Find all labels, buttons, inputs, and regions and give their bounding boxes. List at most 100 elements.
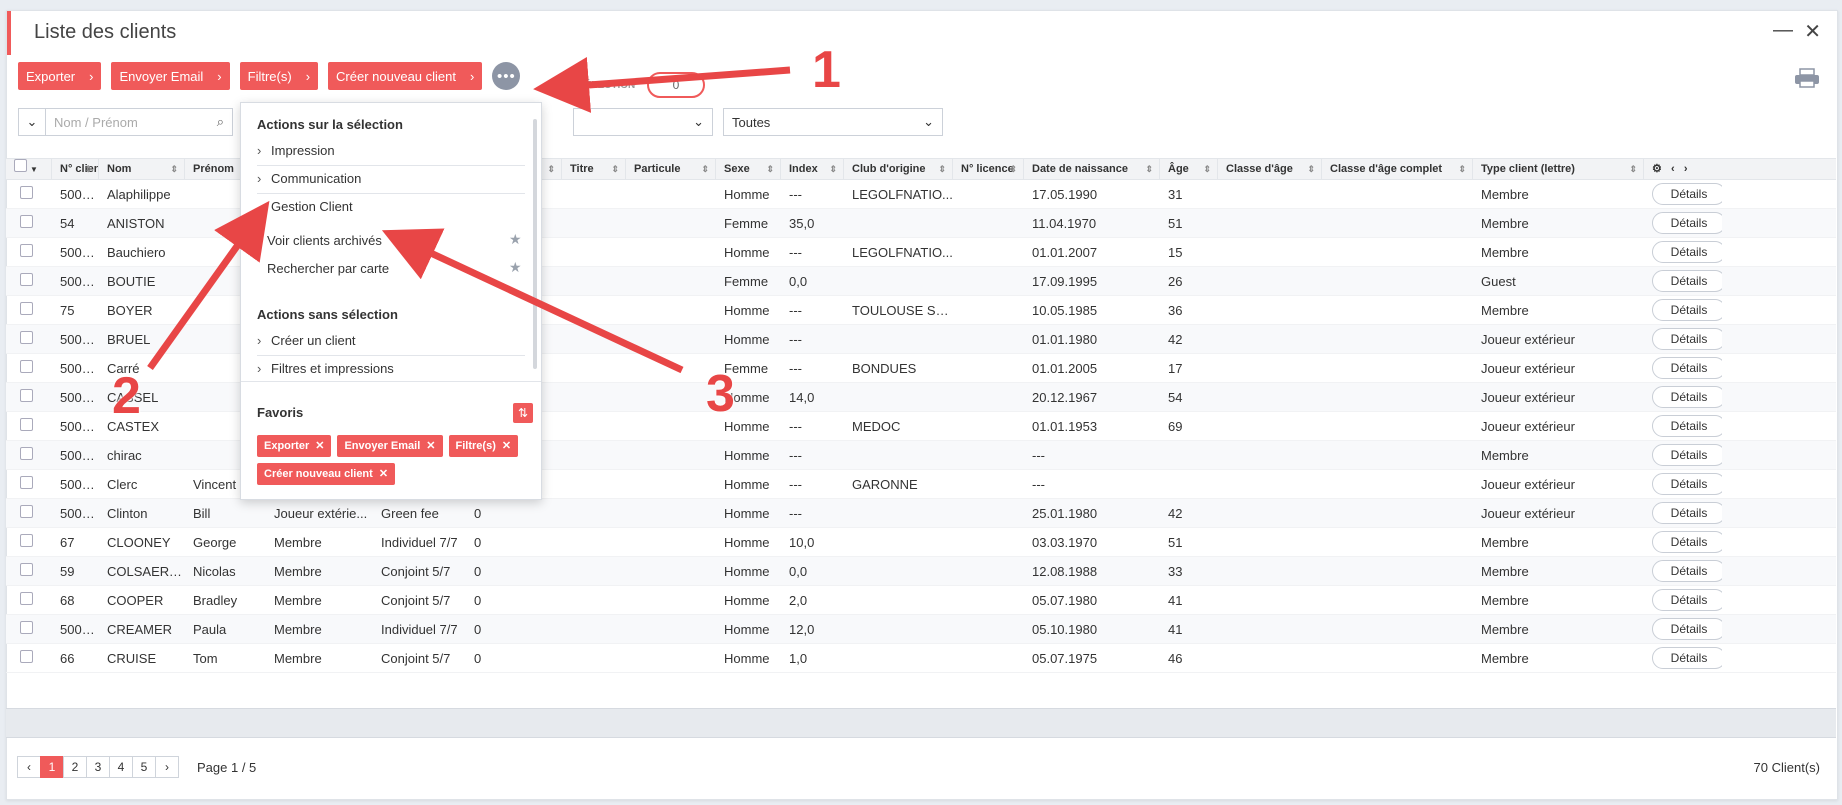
category-select[interactable]: ⌄ <box>573 108 713 136</box>
row-checkbox[interactable] <box>20 592 33 605</box>
selection-count[interactable]: 0 <box>647 72 705 98</box>
row-checkbox[interactable] <box>20 215 33 228</box>
page-button[interactable]: 3 <box>86 756 110 778</box>
details-button[interactable]: Détails <box>1652 328 1722 350</box>
table-cell: ANISTON <box>107 215 165 231</box>
menu-item-archived-clients[interactable]: Voir clients archivés <box>267 233 382 248</box>
grid-settings[interactable]: ⚙ ‹ › <box>1644 158 1722 180</box>
column-header[interactable]: N° licence ⇕ <box>953 158 1024 180</box>
status-select[interactable]: Toutes ⌄ <box>723 108 943 136</box>
details-button[interactable]: Détails <box>1652 502 1722 524</box>
remove-icon[interactable]: ✕ <box>502 440 511 452</box>
row-checkbox[interactable] <box>20 186 33 199</box>
details-button[interactable]: Détails <box>1652 618 1722 640</box>
column-header[interactable]: Type client (lettre) ⇕ <box>1473 158 1644 180</box>
favorite-chip[interactable]: Exporter ✕ <box>257 435 332 457</box>
name-search-input[interactable]: Nom / Prénom ⌕ <box>45 108 233 136</box>
details-button[interactable]: Détails <box>1652 415 1722 437</box>
column-header[interactable]: Sexe ⇕ <box>716 158 781 180</box>
column-header[interactable]: Nom ⇕ <box>99 158 185 180</box>
details-button[interactable]: Détails <box>1652 270 1722 292</box>
minimize-icon[interactable]: — <box>1773 19 1793 42</box>
row-checkbox[interactable] <box>20 505 33 518</box>
row-checkbox[interactable] <box>20 331 33 344</box>
details-button[interactable]: Détails <box>1652 386 1722 408</box>
sort-icon[interactable]: ⇅ <box>513 403 533 423</box>
column-header[interactable]: N° client⇕ <box>52 158 99 180</box>
details-button[interactable]: Détails <box>1652 212 1722 234</box>
remove-icon[interactable]: ✕ <box>315 440 324 452</box>
column-header[interactable]: Classe d'âge complet ⇕ <box>1322 158 1473 180</box>
row-checkbox[interactable] <box>20 650 33 663</box>
page-button[interactable]: 1 <box>40 756 64 778</box>
details-button[interactable]: Détails <box>1652 531 1722 553</box>
column-header[interactable]: Classe d'âge ⇕ <box>1218 158 1322 180</box>
filters-button[interactable]: Filtre(s) › <box>239 62 319 90</box>
details-button[interactable]: Détails <box>1652 241 1722 263</box>
row-checkbox[interactable] <box>20 244 33 257</box>
table-row[interactable]: 500306 CREAMER Paula Membre Individuel 7/7 0 H… <box>6 615 1836 644</box>
details-button[interactable]: Détails <box>1652 647 1722 669</box>
annotation-number-2: 2 <box>112 367 141 425</box>
column-header[interactable]: Particule ⇕ <box>626 158 716 180</box>
row-checkbox[interactable] <box>20 418 33 431</box>
page-button[interactable]: 4 <box>109 756 133 778</box>
table-cell: Homme <box>724 563 770 579</box>
table-row[interactable]: 67 CLOONEY George Membre Individuel 7/7 0 Homm… <box>6 528 1836 557</box>
row-checkbox[interactable] <box>20 389 33 402</box>
details-button[interactable]: Détails <box>1652 357 1722 379</box>
details-button[interactable]: Détails <box>1652 299 1722 321</box>
table-row[interactable]: 500313 Clinton Bill Joueur extérie... Green … <box>6 499 1836 528</box>
details-button[interactable]: Détails <box>1652 560 1722 582</box>
favorite-chip[interactable]: Créer nouveau client ✕ <box>257 463 396 485</box>
details-button[interactable]: Détails <box>1652 589 1722 611</box>
chevron-right-icon: › <box>1683 163 1688 175</box>
export-button[interactable]: Exporter › <box>18 62 102 90</box>
row-checkbox[interactable] <box>20 302 33 315</box>
remove-icon[interactable]: ✕ <box>426 440 435 452</box>
send-email-button[interactable]: Envoyer Email › <box>111 62 230 90</box>
column-header[interactable]: Titre ⇕ <box>562 158 626 180</box>
remove-icon[interactable]: ✕ <box>379 468 388 480</box>
menu-item-search-by-card[interactable]: Rechercher par carte <box>267 261 389 276</box>
page-button[interactable]: 5 <box>132 756 156 778</box>
details-button[interactable]: Détails <box>1652 473 1722 495</box>
row-checkbox[interactable] <box>20 360 33 373</box>
star-icon[interactable]: ★ <box>509 231 522 248</box>
favorite-chip[interactable]: Filtre(s) ✕ <box>448 435 519 457</box>
select-all-checkbox[interactable]: ▼ <box>6 158 52 180</box>
details-button[interactable]: Détails <box>1652 444 1722 466</box>
filter-dropdown[interactable]: ⌄ <box>18 108 46 136</box>
print-icon[interactable] <box>1794 68 1820 88</box>
row-checkbox[interactable] <box>20 476 33 489</box>
table-cell: --- <box>789 360 802 376</box>
more-actions-button[interactable]: ••• <box>492 62 521 90</box>
star-icon[interactable]: ★ <box>509 259 522 276</box>
row-checkbox[interactable] <box>20 534 33 547</box>
row-checkbox[interactable] <box>20 447 33 460</box>
column-header[interactable]: Index ⇕ <box>781 158 844 180</box>
menu-scrollbar[interactable] <box>533 119 537 369</box>
column-header[interactable]: Âge ⇕ <box>1160 158 1218 180</box>
favorite-chip[interactable]: Envoyer Email ✕ <box>337 435 443 457</box>
menu-item-create-client[interactable]: › Créer un client <box>257 333 356 348</box>
close-icon[interactable]: ✕ <box>1804 19 1821 44</box>
table-row[interactable]: 59 COLSAERTS Nicolas Membre Conjoint 5/7 0 Hom… <box>6 557 1836 586</box>
row-checkbox[interactable] <box>20 273 33 286</box>
menu-item-gestion-client[interactable]: ⌄ Gestion Client <box>257 199 353 215</box>
table-cell: Membre <box>1481 563 1529 579</box>
prev-page-button[interactable]: ‹ <box>17 756 41 778</box>
page-button[interactable]: 2 <box>63 756 87 778</box>
column-header[interactable]: Date de naissance ⇕ <box>1024 158 1160 180</box>
menu-item-communication[interactable]: › Communication <box>257 171 361 186</box>
row-checkbox[interactable] <box>20 621 33 634</box>
table-row[interactable]: 68 COOPER Bradley Membre Conjoint 5/7 0 Homme 2… <box>6 586 1836 615</box>
table-row[interactable]: 66 CRUISE Tom Membre Conjoint 5/7 0 Homme 1,0 05… <box>6 644 1836 673</box>
details-button[interactable]: Détails <box>1652 183 1722 205</box>
column-header[interactable]: Club d'origine ⇕ <box>844 158 953 180</box>
menu-item-filters-prints[interactable]: › Filtres et impressions <box>257 361 394 376</box>
next-page-button[interactable]: › <box>155 756 179 778</box>
menu-item-impression[interactable]: › Impression <box>257 143 335 158</box>
create-client-button[interactable]: Créer nouveau client › <box>328 62 483 90</box>
row-checkbox[interactable] <box>20 563 33 576</box>
